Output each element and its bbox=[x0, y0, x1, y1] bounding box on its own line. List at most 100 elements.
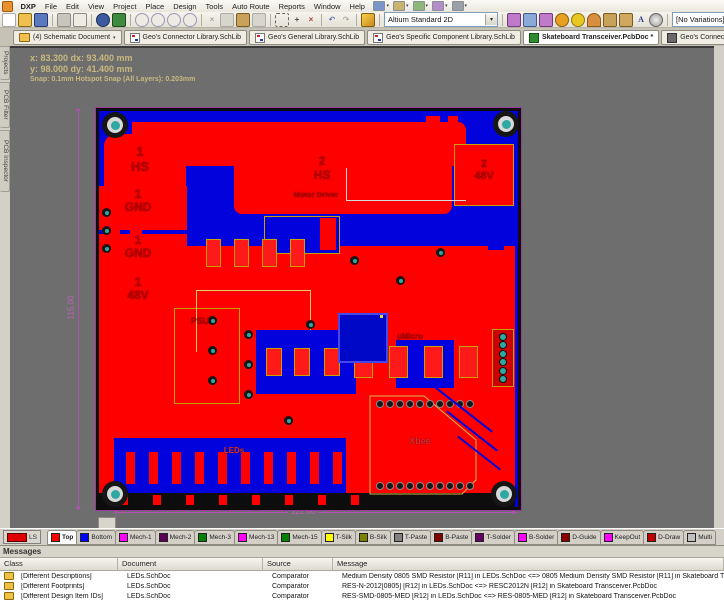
paste-recall-icon[interactable] bbox=[252, 13, 266, 27]
zoom-area-icon[interactable] bbox=[151, 13, 165, 27]
caret-icon[interactable]: ▾ bbox=[445, 3, 448, 9]
layer-tab-top[interactable]: Top bbox=[47, 530, 77, 545]
panel-tab-pcb-inspector[interactable]: PCB Inspector bbox=[0, 130, 10, 192]
layer-tab-bsilk[interactable]: B-Silk bbox=[355, 530, 391, 545]
tab-schematic-group[interactable]: (4) Schematic Document ▾ bbox=[13, 30, 122, 45]
menu-view[interactable]: View bbox=[83, 1, 108, 12]
menu-place[interactable]: Place bbox=[141, 1, 169, 12]
column-document[interactable]: Document bbox=[118, 558, 263, 570]
move-object-icon[interactable]: + bbox=[291, 14, 303, 26]
print-icon[interactable] bbox=[57, 13, 71, 27]
horizontal-scrollbar-thumb[interactable] bbox=[98, 517, 116, 528]
undo-icon[interactable]: ↶ bbox=[326, 14, 338, 26]
component-placement-icon[interactable] bbox=[649, 13, 663, 27]
open-document-icon[interactable] bbox=[18, 13, 32, 27]
layer-tab-multi[interactable]: Multi bbox=[683, 530, 716, 545]
zoom-in-icon[interactable] bbox=[167, 13, 181, 27]
caret-icon[interactable]: ▾ bbox=[465, 3, 468, 9]
wand-icon[interactable] bbox=[361, 13, 375, 27]
save-icon[interactable] bbox=[34, 13, 48, 27]
pcb-canvas[interactable]: x: 83.300 dx: 93.400 mm y: 98.000 dy: 41… bbox=[10, 46, 714, 528]
paste-icon[interactable] bbox=[236, 13, 250, 27]
caret-icon[interactable]: ▾ bbox=[426, 3, 429, 9]
menu-help[interactable]: Help bbox=[345, 1, 369, 12]
separator bbox=[379, 14, 380, 26]
menu-design[interactable]: Design bbox=[169, 1, 201, 12]
menu-reports[interactable]: Reports bbox=[274, 1, 309, 12]
layer-tab-mech15[interactable]: Mech-15 bbox=[277, 530, 321, 545]
column-message[interactable]: Message bbox=[333, 558, 724, 570]
layer-tab-dguide[interactable]: D-Guide bbox=[557, 530, 600, 545]
layer-color-swatch bbox=[325, 533, 334, 542]
tab-skateboard-pcbdoc[interactable]: Skateboard Transceiver.PcbDoc * bbox=[523, 30, 659, 45]
dropdown-arrow-icon[interactable]: ▾ bbox=[485, 14, 497, 25]
layer-tab-tsilk[interactable]: T-Silk bbox=[321, 530, 356, 545]
menu-window[interactable]: Window bbox=[309, 1, 345, 12]
layer-tab-ddraw[interactable]: D-Draw bbox=[643, 530, 684, 545]
grid-icon[interactable] bbox=[452, 1, 464, 11]
menu-edit[interactable]: Edit bbox=[62, 1, 84, 12]
message-row[interactable]: [Different Footprints] LEDs.SchDoc Compa… bbox=[0, 581, 724, 591]
menu-dxp[interactable]: DXP bbox=[16, 1, 40, 12]
via-icon[interactable] bbox=[571, 13, 585, 27]
differential-pair-icon[interactable] bbox=[539, 13, 553, 27]
layer-tab-bottom[interactable]: Bottom bbox=[76, 530, 116, 545]
layer-tab-tsolder[interactable]: T-Solder bbox=[471, 530, 515, 545]
view-icon[interactable] bbox=[96, 13, 110, 27]
pad-icon[interactable] bbox=[555, 13, 569, 27]
print-preview-icon[interactable] bbox=[73, 13, 87, 27]
room-icon[interactable] bbox=[619, 13, 633, 27]
view-mode-combo[interactable]: Altium Standard 2D ▾ bbox=[384, 12, 498, 27]
tab-label: (4) Schematic Document bbox=[33, 34, 110, 41]
layer-set-button[interactable]: LS bbox=[3, 530, 41, 544]
layer-color-swatch bbox=[80, 533, 89, 542]
fill-icon[interactable] bbox=[603, 13, 617, 27]
redo-icon[interactable]: ↷ bbox=[340, 14, 352, 26]
microcontroller-qfp[interactable] bbox=[338, 313, 388, 363]
clipboard-icon[interactable] bbox=[413, 1, 425, 11]
copy-icon[interactable] bbox=[220, 13, 234, 27]
arc-icon[interactable] bbox=[587, 13, 601, 27]
select-area-icon[interactable] bbox=[275, 13, 289, 27]
layer-tab-bpaste[interactable]: B-Paste bbox=[430, 530, 472, 545]
layer-tab-tpaste[interactable]: T-Paste bbox=[390, 530, 431, 545]
track-icon[interactable] bbox=[523, 13, 537, 27]
caret-icon[interactable]: ▾ bbox=[406, 3, 409, 9]
menu-autoroute[interactable]: Auto Route bbox=[228, 1, 275, 12]
layer-tab-mech1[interactable]: Mech-1 bbox=[115, 530, 156, 545]
string-icon[interactable]: A bbox=[635, 14, 647, 26]
header-connector[interactable] bbox=[492, 329, 514, 387]
menu-project[interactable]: Project bbox=[109, 1, 141, 12]
interactive-routing-icon[interactable] bbox=[507, 13, 521, 27]
caret-icon[interactable]: ▾ bbox=[386, 3, 389, 9]
layer-tab-keepout[interactable]: KeepOut bbox=[600, 530, 645, 545]
new-document-icon[interactable] bbox=[2, 13, 16, 27]
mounting-hole bbox=[493, 111, 519, 137]
favorites-icon[interactable] bbox=[393, 1, 405, 11]
layer-tab-bsolder[interactable]: B-Solder bbox=[514, 530, 558, 545]
layer-tab-mech2[interactable]: Mech-2 bbox=[155, 530, 196, 545]
zoom-document-icon[interactable] bbox=[135, 13, 149, 27]
menu-file[interactable]: File bbox=[40, 1, 61, 12]
column-source[interactable]: Source bbox=[263, 558, 333, 570]
browse-component-icon[interactable] bbox=[112, 13, 126, 27]
tab-geos-specific-schlib[interactable]: Geo's Specific Component Library.SchLib bbox=[367, 30, 521, 45]
snippets-icon[interactable] bbox=[373, 1, 385, 11]
layer-tab-mech13[interactable]: Mech-13 bbox=[234, 530, 278, 545]
zoom-selected-icon[interactable] bbox=[183, 13, 197, 27]
clear-filter-icon[interactable]: × bbox=[305, 14, 317, 26]
mask-icon[interactable] bbox=[432, 1, 444, 11]
pcb-board[interactable]: 1 HS 2 HS Motor Driver 1 GND 1 GND 1 48V… bbox=[95, 107, 522, 511]
column-class[interactable]: Class bbox=[0, 558, 118, 570]
tab-geos-general-schlib[interactable]: Geo's General Library.SchLib bbox=[249, 30, 365, 45]
panel-tab-pcb-filter[interactable]: PCB Filter bbox=[0, 82, 10, 128]
variations-combo[interactable]: [No Variations] ▾ bbox=[672, 12, 724, 27]
panel-tab-projects[interactable]: Projects bbox=[0, 46, 10, 80]
message-row[interactable]: [Different Descriptions] LEDs.SchDoc Com… bbox=[0, 571, 724, 581]
tab-geos-connector-pcblib[interactable]: Geo's Connector Library.PcbLib bbox=[661, 30, 724, 45]
layer-tab-mech3[interactable]: Mech-3 bbox=[194, 530, 235, 545]
label-48v1: 1 48V bbox=[106, 276, 170, 302]
tab-geos-connector-schlib[interactable]: Geo's Connector Library.SchLib bbox=[124, 30, 247, 45]
menu-tools[interactable]: Tools bbox=[201, 1, 228, 12]
cut-icon[interactable]: × bbox=[206, 14, 218, 26]
